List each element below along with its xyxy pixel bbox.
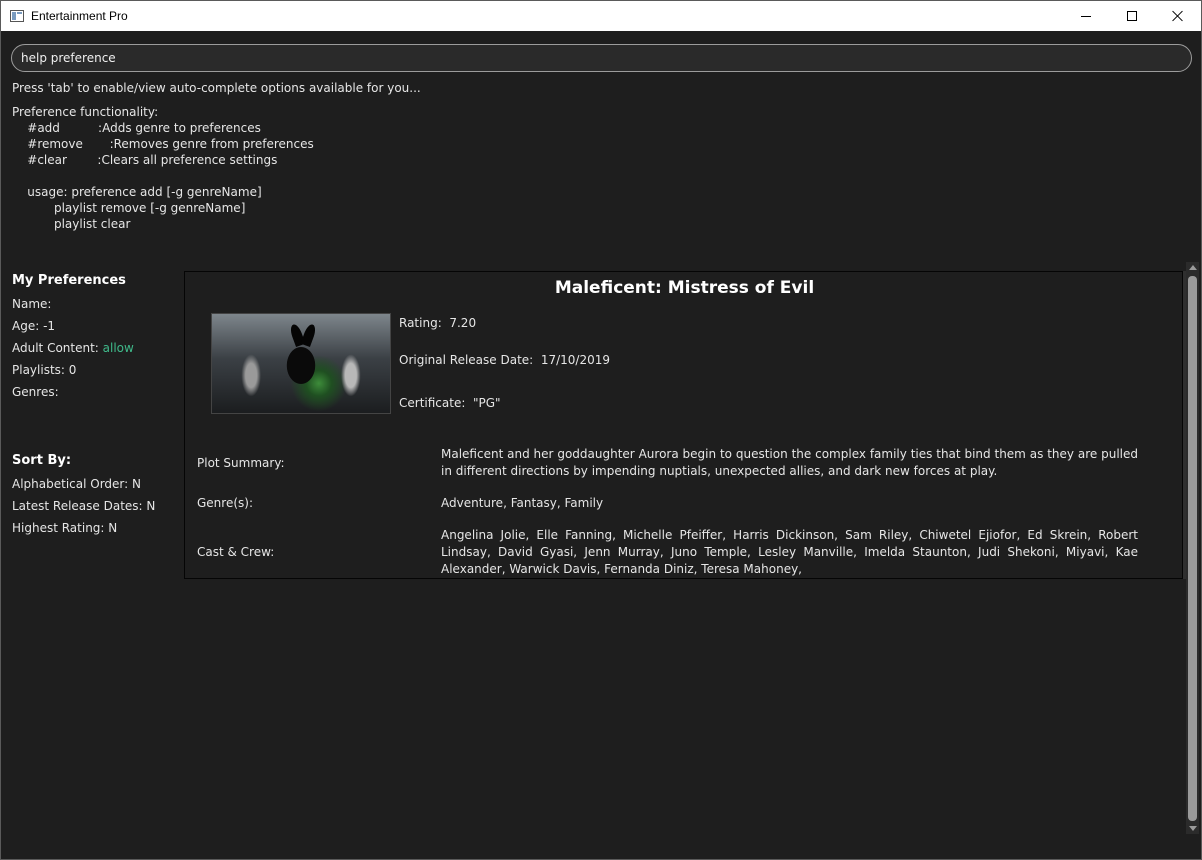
movie-poster-image: [211, 313, 391, 414]
preferences-panel: My Preferences Name: Age: -1 Adult Conte…: [12, 273, 177, 403]
app-window-icon: [10, 10, 24, 22]
pref-playlists: Playlists: 0: [12, 363, 77, 377]
sort-latest-release: Latest Release Dates: N: [12, 499, 156, 513]
help-line: #add :Adds genre to preferences: [12, 121, 261, 135]
movie-rating: Rating: 7.20: [399, 316, 477, 330]
minimize-button[interactable]: [1063, 1, 1109, 31]
help-line: playlist clear: [12, 217, 131, 231]
movie-title: Maleficent: Mistress of Evil: [554, 278, 815, 298]
cast-label: Cast & Crew:: [197, 545, 275, 559]
minimize-icon: [1081, 15, 1091, 17]
pref-name-label: Name:: [12, 297, 52, 311]
maximize-icon: [1127, 11, 1137, 21]
genres-label: Genre(s):: [197, 496, 253, 510]
window-title: Entertainment Pro: [31, 9, 128, 23]
command-input[interactable]: [11, 44, 1192, 72]
pref-name: Name:: [12, 293, 177, 315]
help-line: playlist remove [-g genreName]: [12, 201, 246, 215]
help-line: usage: preference add [-g genreName]: [12, 185, 262, 199]
cast-text: Angelina Jolie, Elle Fanning, Michelle P…: [441, 528, 1138, 576]
autocomplete-hint: Press 'tab' to enable/view auto-complete…: [12, 81, 421, 95]
plot-summary-label: Plot Summary:: [197, 456, 285, 470]
movie-release-date: Original Release Date: 17/10/2019: [399, 353, 610, 367]
help-line: #remove :Removes genre from preferences: [12, 137, 314, 151]
sort-alphabetical: Alphabetical Order: N: [12, 477, 141, 491]
help-line: #clear :Clears all preference settings: [12, 153, 278, 167]
scroll-down-arrow-icon[interactable]: [1189, 826, 1197, 831]
close-button[interactable]: [1155, 1, 1201, 31]
plot-summary-text: Maleficent and her goddaughter Aurora be…: [441, 447, 1138, 478]
pref-genres: Genres:: [12, 385, 59, 399]
maximize-button[interactable]: [1109, 1, 1155, 31]
sort-panel: Sort By: Alphabetical Order: N Latest Re…: [12, 453, 177, 539]
help-output: Preference functionality: #add :Adds gen…: [12, 104, 314, 232]
scrollbar-thumb[interactable]: [1188, 276, 1197, 821]
movie-detail-panel: Maleficent: Mistress of Evil Rating: 7.2…: [184, 271, 1183, 579]
pref-adult-label: Adult Content:: [12, 341, 103, 355]
movie-certificate: Certificate: "PG": [399, 396, 501, 410]
preferences-title: My Preferences: [12, 273, 126, 288]
genres-text: Adventure, Fantasy, Family: [441, 496, 604, 510]
help-line: Preference functionality:: [12, 105, 159, 119]
help-line: [12, 168, 314, 184]
pref-adult-value: allow: [102, 341, 134, 355]
scroll-up-arrow-icon[interactable]: [1189, 265, 1197, 270]
sort-title: Sort By:: [12, 453, 72, 468]
close-icon: [1172, 10, 1184, 22]
pref-age: Age: -1: [12, 319, 56, 333]
poster-detail: [300, 322, 318, 348]
pref-adult-content: Adult Content: allow: [12, 337, 177, 359]
main-scrollbar[interactable]: [1186, 262, 1199, 834]
title-bar[interactable]: Entertainment Pro: [1, 1, 1201, 31]
sort-highest-rating: Highest Rating: N: [12, 521, 118, 535]
app-window: Entertainment Pro Press 'tab' to enable/…: [0, 0, 1202, 860]
